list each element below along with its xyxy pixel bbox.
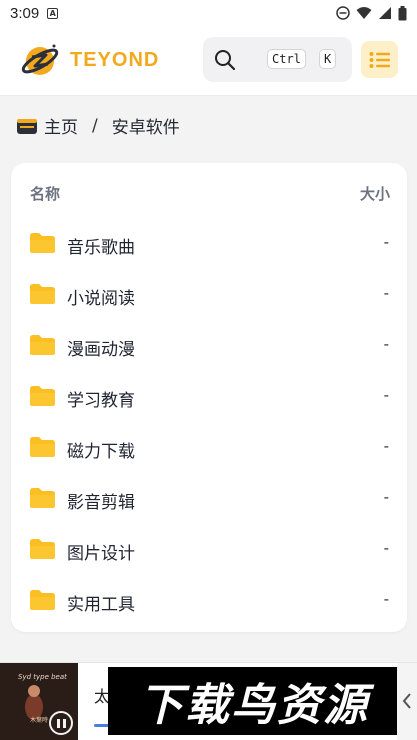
- status-bar: 3:09 A: [0, 0, 417, 26]
- planet-logo-icon: [21, 44, 59, 75]
- folder-size: -: [383, 590, 389, 608]
- folder-name: 影音剪辑: [67, 493, 135, 513]
- pause-button[interactable]: [49, 711, 73, 735]
- folder-icon: [30, 233, 55, 253]
- shortcut-ctrl-key: Ctrl: [267, 49, 306, 69]
- file-list-header: 名称 大小: [11, 163, 407, 219]
- watermark-text: 下载鸟资源: [139, 680, 369, 731]
- folder-size: -: [383, 539, 389, 557]
- breadcrumb-home[interactable]: 主页: [44, 113, 78, 138]
- folder-name: 磁力下载: [67, 442, 135, 462]
- folder-name: 音乐歌曲: [67, 238, 135, 258]
- folder-row[interactable]: 磁力下载 -: [11, 422, 407, 473]
- folder-row[interactable]: 影音剪辑 -: [11, 473, 407, 524]
- brand-logo[interactable]: TEYOND: [20, 40, 159, 80]
- search-icon: [215, 49, 236, 70]
- menu-button[interactable]: [361, 41, 398, 78]
- folder-row[interactable]: 小说阅读 -: [11, 269, 407, 320]
- folder-row[interactable]: 图片设计 -: [11, 524, 407, 575]
- folder-size: -: [383, 284, 389, 302]
- signal-icon: [379, 7, 391, 19]
- album-thumbnail[interactable]: Syd type beat 木葉時: [0, 663, 78, 740]
- app-notification-icon: A: [47, 7, 59, 19]
- folder-icon: [30, 335, 55, 355]
- folder-row[interactable]: 学习教育 -: [11, 371, 407, 422]
- folder-name: 漫画动漫: [67, 340, 135, 360]
- breadcrumb-separator: /: [92, 115, 98, 136]
- folder-size: -: [383, 437, 389, 455]
- list-menu-icon: [369, 51, 390, 68]
- folder-icon: [30, 284, 55, 304]
- folder-size: -: [383, 335, 389, 353]
- column-name-header[interactable]: 名称: [30, 183, 60, 204]
- folder-name: 小说阅读: [67, 289, 135, 309]
- wifi-icon: [356, 7, 372, 19]
- file-list-card: 名称 大小 音乐歌曲 - 小说阅读 - 漫画动漫 - 学习教育 - 磁力下载 -…: [11, 163, 407, 632]
- folder-name: 学习教育: [67, 391, 135, 411]
- album-caption: 木葉時: [30, 717, 49, 724]
- folder-icon: [30, 437, 55, 457]
- folder-size: -: [383, 488, 389, 506]
- app-header: TEYOND Ctrl K: [0, 26, 417, 96]
- system-icons: [336, 5, 407, 21]
- media-player-bar: Syd type beat 木葉時 太 下载鸟资源: [0, 662, 417, 740]
- search-button[interactable]: Ctrl K: [203, 37, 352, 82]
- home-icon: [17, 118, 37, 134]
- breadcrumb: 主页 / 安卓软件: [16, 113, 180, 138]
- folder-row[interactable]: 漫画动漫 -: [11, 320, 407, 371]
- folder-icon: [30, 539, 55, 559]
- status-time: 3:09: [10, 4, 40, 22]
- folder-size: -: [383, 233, 389, 251]
- folder-row[interactable]: 音乐歌曲 -: [11, 218, 407, 269]
- battery-icon: [398, 5, 407, 20]
- column-size-header[interactable]: 大小: [360, 183, 390, 204]
- shortcut-k-key: K: [319, 49, 337, 69]
- folder-icon: [30, 488, 55, 508]
- folder-name: 实用工具: [67, 595, 135, 615]
- folder-icon: [30, 590, 55, 610]
- watermark-banner: 下载鸟资源: [108, 667, 400, 735]
- breadcrumb-current: 安卓软件: [111, 118, 180, 138]
- dnd-icon: [336, 6, 350, 20]
- chevron-left-icon[interactable]: [401, 691, 413, 711]
- folder-row[interactable]: 实用工具 -: [11, 575, 407, 626]
- brand-name: TEYOND: [70, 48, 160, 71]
- folder-icon: [30, 386, 55, 406]
- folder-name: 图片设计: [67, 544, 135, 564]
- folder-size: -: [383, 386, 389, 404]
